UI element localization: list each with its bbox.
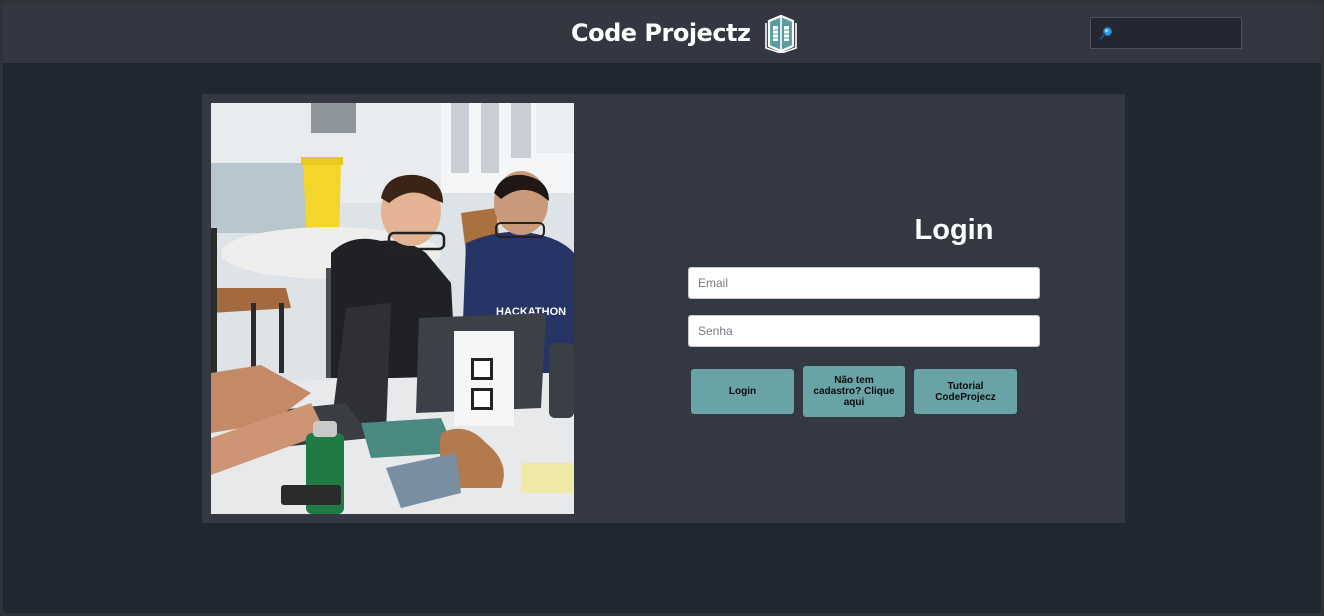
signup-button[interactable]: Não tem cadastro? Clique aqui [803, 366, 905, 417]
search-box[interactable] [1090, 17, 1242, 49]
password-field[interactable] [688, 315, 1040, 347]
login-card: HACKATHON Login Login Não tem cadastr [202, 94, 1125, 523]
search-input[interactable] [1117, 26, 1237, 40]
top-navbar: Code Projectz [3, 3, 1321, 63]
tutorial-button[interactable]: Tutorial CodeProjecz [914, 369, 1017, 414]
login-button[interactable]: Login [691, 369, 794, 414]
email-field[interactable] [688, 267, 1040, 299]
magnifier-icon [1099, 26, 1113, 40]
brand[interactable]: Code Projectz [571, 13, 799, 53]
login-title: Login [914, 214, 994, 246]
hackathon-photo: HACKATHON [211, 103, 574, 514]
brand-title: Code Projectz [571, 19, 751, 47]
page-frame: Code Projectz HACKATHON Login Email Logi… [0, 0, 1324, 616]
book-logo-icon [764, 14, 797, 53]
